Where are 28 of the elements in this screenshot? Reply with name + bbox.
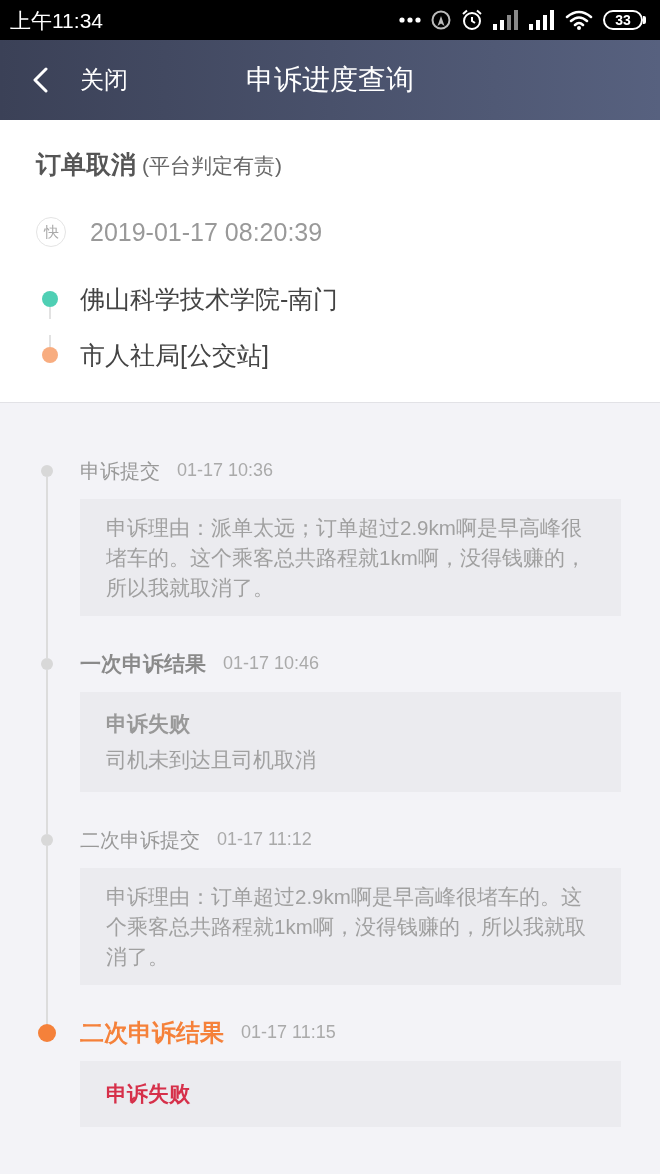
step-title: 二次申诉提交 — [80, 828, 200, 852]
reason-text: 申诉理由：派单太远；订单超过2.9km啊是早高峰很堵车的。这个乘客总共路程就1km啊，没得钱赚的，所以我就取消了。 — [106, 514, 587, 601]
reason-text: 申诉理由：订单超过2.9km啊是早高峰很堵车的。这个乘客总共路程就1km啊，没得钱赚的，所以我就取消了。 — [106, 883, 587, 970]
wifi-icon — [565, 10, 593, 30]
battery-indicator: 33 — [603, 10, 646, 30]
step-time: 01-17 11:12 — [217, 829, 312, 851]
step-title: 一次申诉结果 — [80, 651, 206, 677]
result-outcome: 申诉失败 — [106, 711, 191, 737]
page-title: 申诉进度查询 — [246, 63, 414, 97]
step-time: 01-17 10:36 — [177, 460, 274, 482]
status-time: 上午11:34 — [10, 9, 103, 31]
verdict-text: (平台判定有责) — [142, 153, 282, 179]
result-outcome: 申诉失败 — [106, 1081, 191, 1107]
step-time: 01-17 11:15 — [241, 1022, 336, 1044]
step-time: 01-17 10:46 — [223, 653, 320, 675]
ellipsis-icon — [399, 17, 421, 23]
chevron-left-icon — [32, 67, 48, 93]
signal-icon — [493, 10, 519, 30]
order-status: 订单取消 — [36, 149, 136, 180]
place-name: 市人社局[公交站] — [80, 340, 269, 371]
close-button[interactable]: 关闭 — [0, 57, 140, 103]
result-detail: 司机未到达且司机取消 — [106, 747, 317, 773]
order-time: 2019-01-17 08:20:39 — [90, 217, 323, 248]
signal-icon — [529, 10, 555, 30]
step-title: 二次申诉结果 — [80, 1018, 224, 1048]
alarm-clock-icon — [461, 9, 483, 31]
place-name: 佛山科学技术学院-南门 — [80, 284, 339, 315]
step-title: 申诉提交 — [80, 459, 160, 483]
